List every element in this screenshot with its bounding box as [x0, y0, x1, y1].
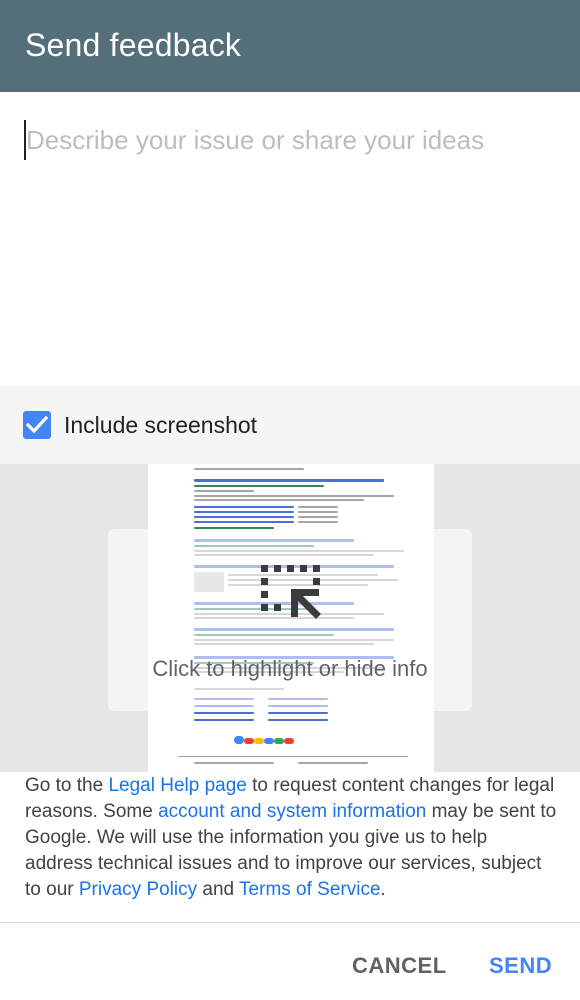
- include-screenshot-row[interactable]: Include screenshot: [0, 386, 580, 464]
- include-screenshot-checkbox[interactable]: [23, 411, 51, 439]
- cancel-button[interactable]: CANCEL: [352, 953, 447, 979]
- legal-text: Go to the: [25, 775, 109, 796]
- account-info-link[interactable]: account and system information: [158, 801, 426, 822]
- checkmark-icon: [26, 415, 48, 434]
- dialog-title: Send feedback: [25, 27, 242, 63]
- description-area: [0, 92, 580, 386]
- privacy-policy-link[interactable]: Privacy Policy: [79, 879, 197, 900]
- highlight-hint: Click to highlight or hide info: [152, 656, 428, 681]
- legal-help-link[interactable]: Legal Help page: [108, 775, 246, 796]
- dialog-footer: CANCEL SEND: [0, 922, 580, 1000]
- legal-text: and: [197, 879, 240, 900]
- terms-of-service-link[interactable]: Terms of Service: [239, 879, 380, 900]
- screenshot-preview[interactable]: Click to highlight or hide info: [0, 464, 580, 772]
- dialog-header: Send feedback: [0, 0, 580, 92]
- highlight-tool-icon: [261, 565, 321, 619]
- include-screenshot-label: Include screenshot: [64, 412, 258, 438]
- send-button[interactable]: SEND: [489, 953, 552, 979]
- legal-text: .: [380, 879, 386, 900]
- description-input[interactable]: [24, 120, 554, 160]
- legal-notice: Go to the Legal Help page to request con…: [25, 773, 560, 903]
